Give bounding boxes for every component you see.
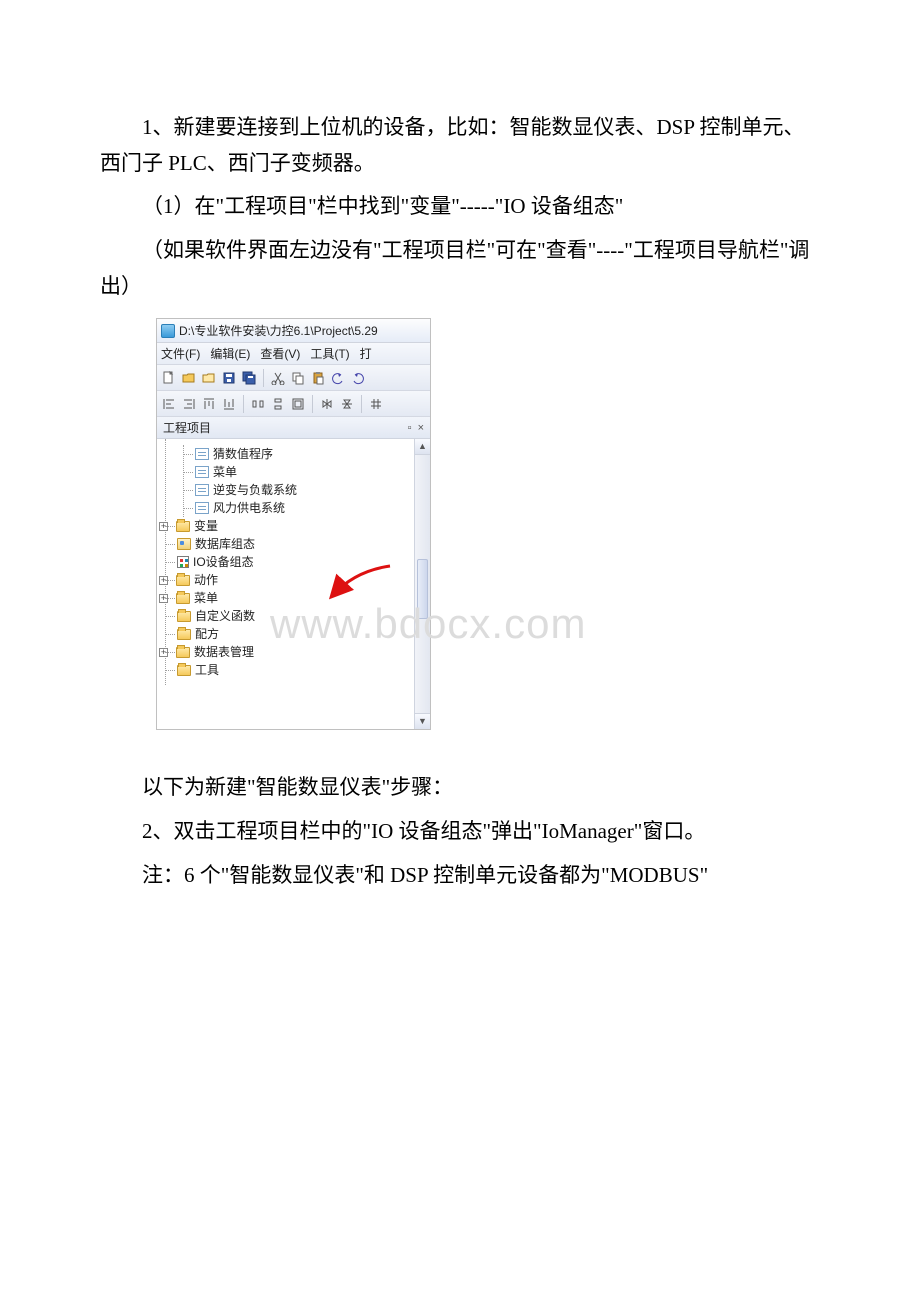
folder-icon (176, 647, 190, 658)
open-icon[interactable] (181, 370, 197, 386)
scrollbar[interactable]: ▲ ▼ (414, 439, 430, 729)
tree-item-db-config[interactable]: 数据库组态 (177, 535, 430, 553)
new-icon[interactable] (161, 370, 177, 386)
folder-icon (177, 665, 191, 676)
page-icon (195, 448, 209, 460)
paragraph-4: 以下为新建"智能数显仪表"步骤： (100, 770, 820, 806)
tree-item-action[interactable]: +动作 (177, 571, 430, 589)
tree-item[interactable]: 猜数值程序 (195, 445, 430, 463)
panel-title: 工程项目 (163, 418, 211, 438)
toolbar-row-2 (157, 391, 430, 417)
titlebar: D:\专业软件安装\力控6.1\Project\5.29 (157, 319, 430, 343)
paste-icon[interactable] (310, 370, 326, 386)
tree-label: 风力供电系统 (213, 498, 285, 518)
undo-icon[interactable] (330, 370, 346, 386)
tree-item[interactable]: 菜单 (195, 463, 430, 481)
grid-icon[interactable] (368, 396, 384, 412)
tree-item[interactable]: 逆变与负载系统 (195, 481, 430, 499)
tree-label: 工具 (195, 660, 219, 680)
close-icon[interactable]: × (418, 419, 424, 438)
flip-v-icon[interactable] (339, 396, 355, 412)
align-left-icon[interactable] (161, 396, 177, 412)
project-tree-area: 猜数值程序 菜单 逆变与负载系统 风力供电系统 +变量 数据库组态 IO设备组态… (157, 439, 430, 729)
scroll-up-icon[interactable]: ▲ (415, 439, 430, 455)
watermark-text: www.bdocx.com (270, 600, 586, 648)
document-body: 1、新建要连接到上位机的设备，比如：智能数显仪表、DSP 控制单元、西门子 PL… (0, 0, 920, 894)
toolbar-separator (312, 395, 313, 413)
flip-h-icon[interactable] (319, 396, 335, 412)
folder-icon (176, 593, 190, 604)
tree-item-variables[interactable]: +变量 (177, 517, 430, 535)
saveall-icon[interactable] (241, 370, 257, 386)
tree-item-tools[interactable]: 工具 (177, 661, 430, 679)
tree-item[interactable]: 风力供电系统 (195, 499, 430, 517)
toolbar-row-1 (157, 365, 430, 391)
menu-edit[interactable]: 编辑(E) (210, 344, 250, 364)
embedded-app-screenshot: D:\专业软件安装\力控6.1\Project\5.29 文件(F) 编辑(E)… (156, 318, 431, 730)
copy-icon[interactable] (290, 370, 306, 386)
save-icon[interactable] (221, 370, 237, 386)
io-icon (177, 556, 189, 568)
paragraph-3: （如果软件界面左边没有"工程项目栏"可在"查看"----"工程项目导航栏"调出） (100, 233, 820, 304)
paragraph-5: 2、双击工程项目栏中的"IO 设备组态"弹出"IoManager"窗口。 (100, 814, 820, 850)
menu-tool[interactable]: 工具(T) (310, 344, 349, 364)
dist-v-icon[interactable] (270, 396, 286, 412)
toolbar-separator (243, 395, 244, 413)
page-icon (195, 466, 209, 478)
tree-item-io-config[interactable]: IO设备组态 (177, 553, 430, 571)
scroll-down-icon[interactable]: ▼ (415, 713, 430, 729)
paragraph-6: 注：6 个"智能数显仪表"和 DSP 控制单元设备都为"MODBUS" (100, 858, 820, 894)
folder-icon (176, 521, 190, 532)
page-icon (195, 502, 209, 514)
align-bottom-icon[interactable] (221, 396, 237, 412)
paragraph-1: 1、新建要连接到上位机的设备，比如：智能数显仪表、DSP 控制单元、西门子 PL… (100, 110, 820, 181)
project-tree: 猜数值程序 菜单 逆变与负载系统 风力供电系统 +变量 数据库组态 IO设备组态… (157, 439, 430, 685)
expand-icon[interactable]: + (159, 648, 168, 657)
menubar: 文件(F) 编辑(E) 查看(V) 工具(T) 打 (157, 343, 430, 365)
dist-h-icon[interactable] (250, 396, 266, 412)
align-top-icon[interactable] (201, 396, 217, 412)
window-title: D:\专业软件安装\力控6.1\Project\5.29 (179, 321, 378, 341)
menu-more[interactable]: 打 (360, 344, 372, 364)
folder-icon[interactable] (201, 370, 217, 386)
menu-file[interactable]: 文件(F) (161, 344, 200, 364)
redo-icon[interactable] (350, 370, 366, 386)
toolbar-separator (263, 369, 264, 387)
toolbar-separator (361, 395, 362, 413)
project-panel-header: 工程项目 ▫ × (157, 417, 430, 439)
folder-icon (176, 575, 190, 586)
paragraph-2: （1）在"工程项目"栏中找到"变量"-----"IO 设备组态" (100, 189, 820, 225)
folder-icon (177, 629, 191, 640)
expand-icon[interactable]: + (159, 522, 168, 531)
menu-view[interactable]: 查看(V) (260, 344, 300, 364)
cut-icon[interactable] (270, 370, 286, 386)
folder-icon (177, 611, 191, 622)
pin-icon[interactable]: ▫ (408, 419, 412, 438)
align-right-icon[interactable] (181, 396, 197, 412)
app-icon (161, 324, 175, 338)
expand-icon[interactable]: + (159, 594, 168, 603)
page-icon (195, 484, 209, 496)
expand-icon[interactable]: + (159, 576, 168, 585)
db-icon (177, 538, 191, 550)
group-icon[interactable] (290, 396, 306, 412)
